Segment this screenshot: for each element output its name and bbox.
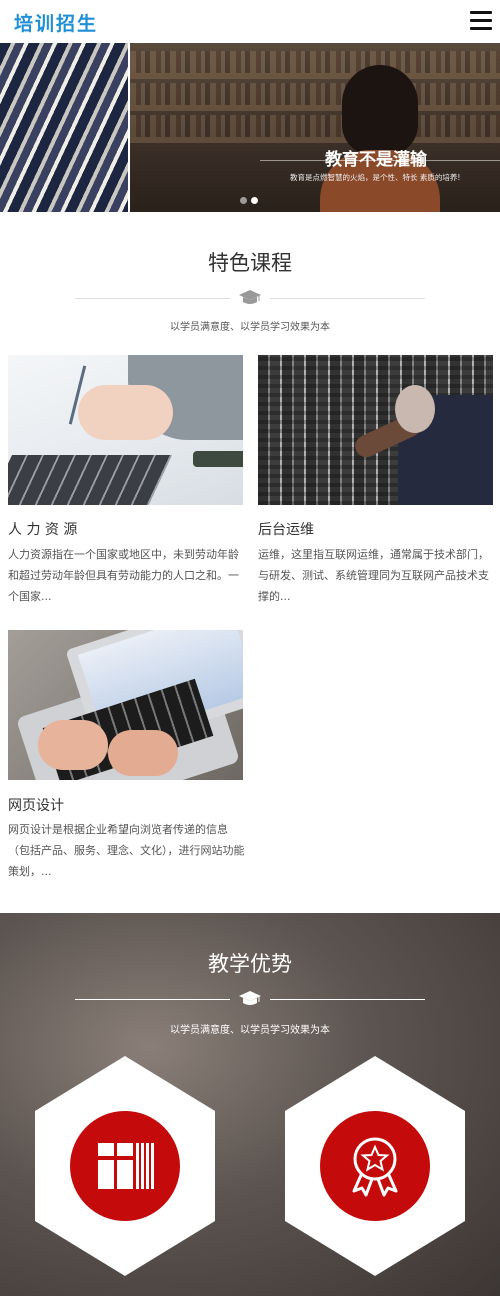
hero-banner[interactable]: 教育不是灌输 教育是点燃智慧的火焰，是个性、特长 素质的培养! [0,43,500,212]
slide-dot-active[interactable] [251,197,258,204]
course-title-ops[interactable]: 后台运维 [258,519,314,539]
banner-title: 教育不是灌输 [325,150,427,170]
course-title-hr[interactable]: 人 力 资 源 [8,519,77,539]
courses-subtitle: 以学员满意度、以学员学习效果为本 [170,322,330,333]
course-desc-ops: 运维，这里指互联网运维，通常属于技术部门，与研发、测试、系统管理同为互联网产品技… [258,548,489,603]
advantage-circle-2 [320,1111,430,1221]
courses-title: 特色课程 [208,251,292,275]
advantages-section: 教学优势 以学员满意度、以学员学习效果为本 [0,913,500,1296]
courses-divider-left [75,298,230,299]
course-image-web[interactable] [8,630,243,780]
course-title-web[interactable]: 网页设计 [8,795,64,815]
advantage-circle-1 [70,1111,180,1221]
course-desc-hr: 人力资源指在一个国家或地区中，未到劳动年龄和超过劳动年龄但具有劳动能力的人口之和… [8,548,239,603]
student-figure [320,65,440,212]
award-ribbon-icon [352,1137,398,1197]
course-image-ops[interactable] [258,355,493,505]
advantages-title: 教学优势 [208,952,292,976]
banner-subtitle: 教育是点燃智慧的火焰，是个性、特长 素质的培养! [290,173,461,182]
site-header: 培训招生 [0,0,500,43]
books-icon [98,1143,154,1189]
bookshelf-image [0,43,130,212]
slide-dot[interactable] [240,197,247,204]
advantages-subtitle: 以学员满意度、以学员学习效果为本 [170,1025,330,1036]
course-desc-web: 网页设计是根据企业希望向浏览者传递的信息（包括产品、服务、理念、文化），进行网站… [8,823,245,878]
course-image-hr[interactable] [8,355,243,505]
banner-photo [130,43,500,212]
site-logo[interactable]: 培训招生 [14,9,98,36]
graduation-cap-icon [239,290,261,304]
graduation-cap-icon [239,991,261,1005]
advantages-divider-left [75,999,230,1000]
hamburger-menu-icon[interactable] [470,11,492,31]
slider-pagination [240,189,262,208]
advantages-divider-right [270,999,425,1000]
courses-divider-right [270,298,425,299]
